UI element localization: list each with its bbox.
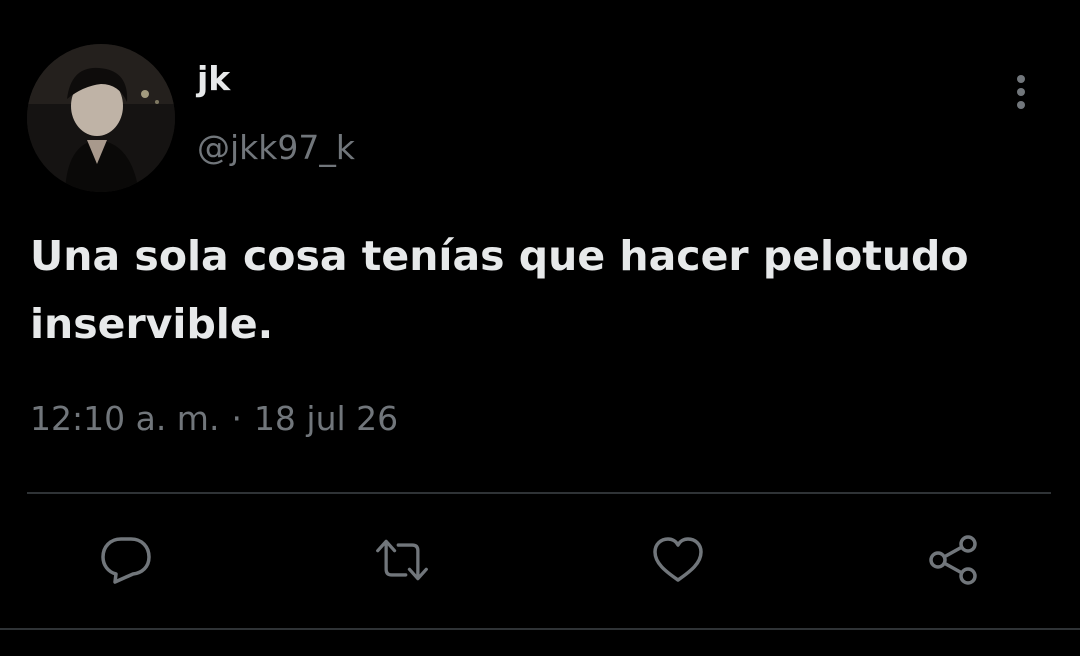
more-options-button[interactable] (1004, 72, 1038, 112)
tweet-time: 12:10 a. m. (30, 399, 220, 438)
heart-icon (653, 537, 703, 582)
tweet-text: Una sola cosa tenías que hacer pelotudo … (30, 232, 969, 348)
more-vertical-icon (1017, 75, 1025, 109)
like-button[interactable] (650, 532, 706, 588)
divider (27, 492, 1051, 494)
reply-button[interactable] (98, 532, 154, 588)
retweet-button[interactable] (374, 532, 430, 588)
retweet-icon (376, 539, 428, 581)
share-icon (929, 535, 977, 585)
display-name[interactable]: jk (197, 62, 230, 95)
user-handle[interactable]: @jkk97_k (197, 131, 355, 164)
avatar[interactable] (27, 44, 175, 192)
tweet-timestamp[interactable]: 12:10 a. m. · 18 jul 26 (30, 402, 398, 435)
avatar-photo (27, 44, 175, 192)
timestamp-separator: · (231, 399, 242, 438)
bottom-divider (0, 628, 1080, 630)
tweet-date: 18 jul 26 (253, 399, 399, 438)
share-button[interactable] (926, 532, 982, 588)
reply-icon (101, 537, 151, 584)
